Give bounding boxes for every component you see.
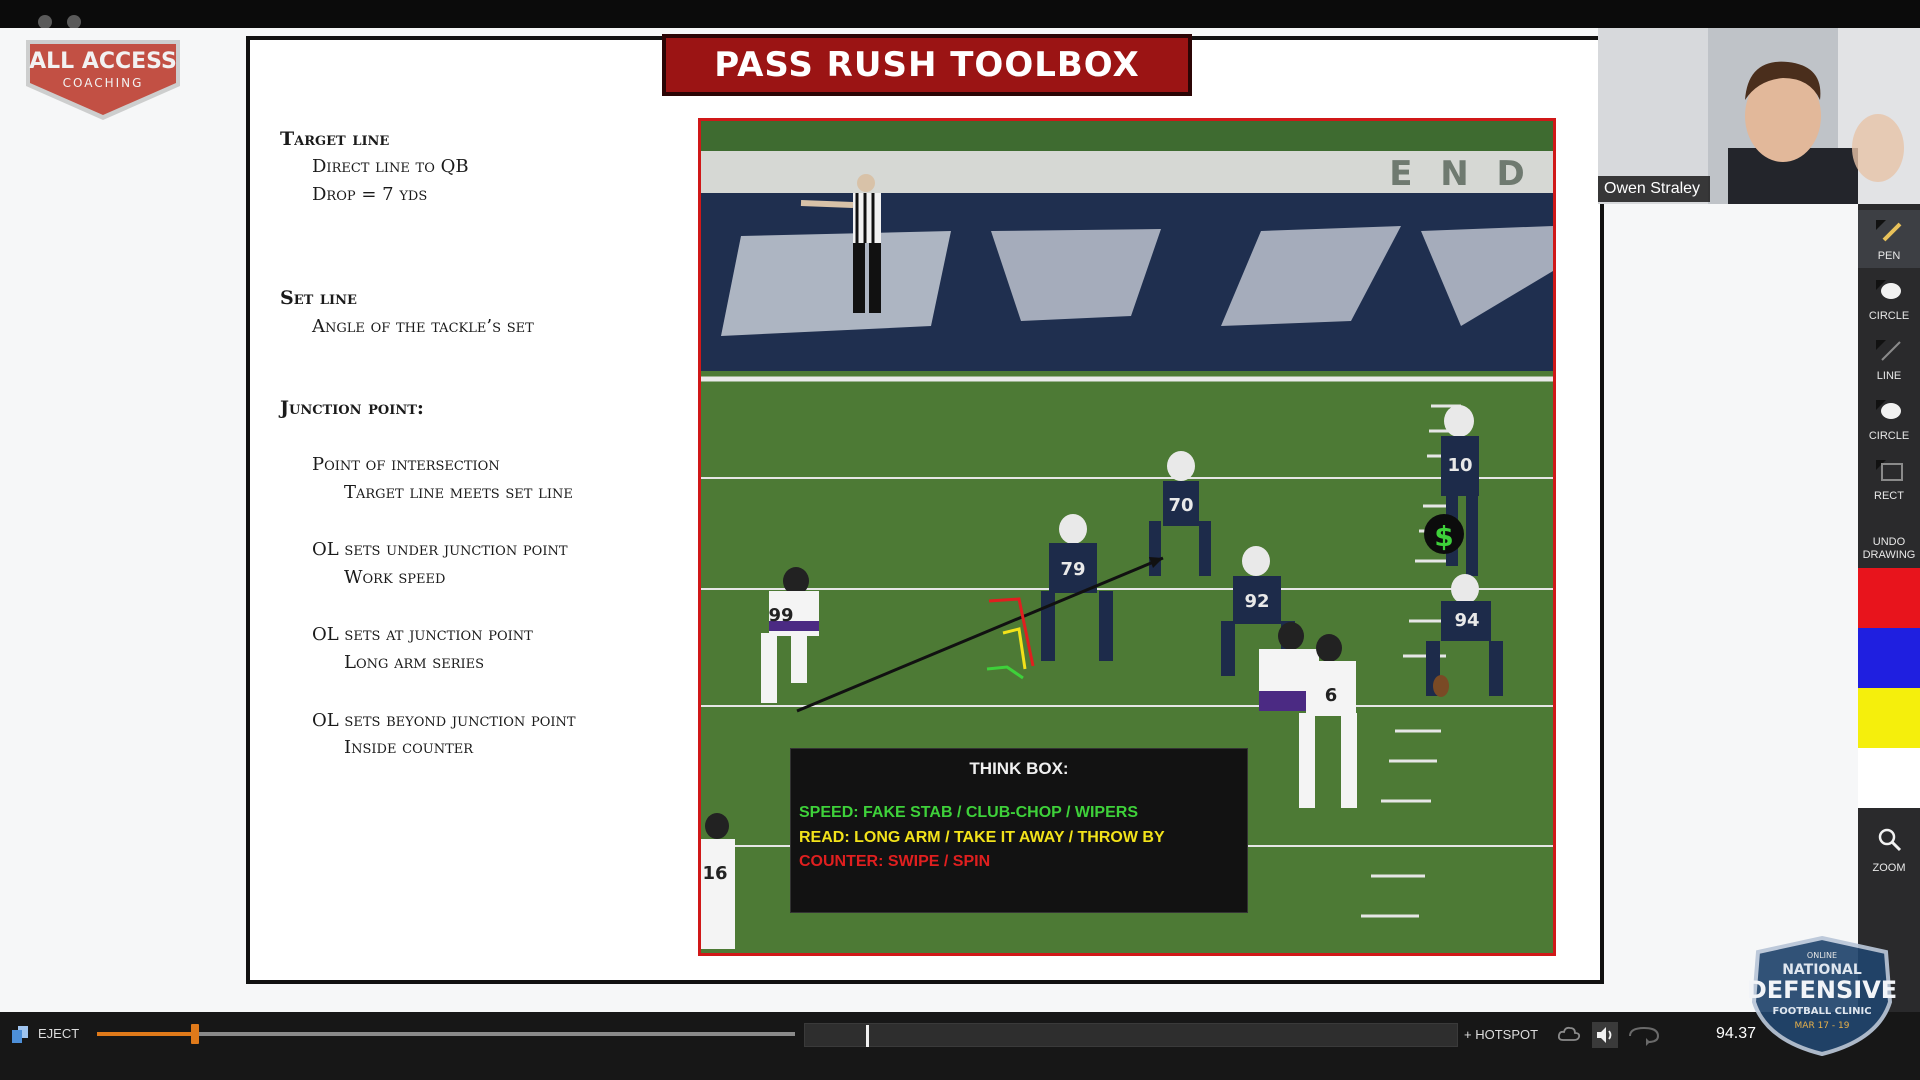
window-controls[interactable] xyxy=(38,15,81,29)
note-under: OL sets under junction point xyxy=(312,539,568,560)
tool-line-label: LINE xyxy=(1876,370,1902,382)
endzone-text: E N D xyxy=(1389,154,1533,194)
window-close-dot[interactable] xyxy=(38,15,52,29)
circle-icon xyxy=(1876,280,1901,299)
jersey-16: 16 xyxy=(702,863,727,884)
tool-rect[interactable]: RECT xyxy=(1858,450,1920,508)
all-access-logo: ALL ACCESS COACHING xyxy=(26,40,180,120)
progress-fill xyxy=(97,1032,195,1036)
note-target-sub1: Direct line to QB xyxy=(312,156,469,177)
tool-zoom[interactable]: ZOOM xyxy=(1858,818,1920,876)
tool-line[interactable]: LINE xyxy=(1858,330,1920,388)
color-swatch-yellow[interactable] xyxy=(1858,688,1920,748)
note-junction-sub1b: Target line meets set line xyxy=(344,482,573,503)
note-at-sub: Long arm series xyxy=(344,652,485,673)
note-junction: Junction point: xyxy=(280,397,424,419)
jersey-6: 6 xyxy=(1325,685,1338,706)
slide-title: PASS RUSH TOOLBOX xyxy=(714,45,1140,85)
note-set-line: Set line xyxy=(280,287,357,309)
jersey-70: 70 xyxy=(1168,495,1193,516)
webcam-name-label: Owen Straley xyxy=(1598,176,1711,202)
note-junction-sub1: Point of intersection xyxy=(312,454,500,475)
progress-track[interactable] xyxy=(97,1032,795,1036)
logo-line1: ALL ACCESS xyxy=(29,49,177,74)
tool-rect-label: RECT xyxy=(1874,490,1904,502)
eject-button[interactable]: EJECT xyxy=(38,1026,79,1041)
logo-line2: COACHING xyxy=(63,76,144,90)
rect-icon xyxy=(1876,460,1903,481)
color-swatch-red[interactable] xyxy=(1858,568,1920,628)
window-title-bar xyxy=(0,0,1920,29)
jersey-79: 79 xyxy=(1060,559,1085,580)
clinic-line2: DEFENSIVE xyxy=(1747,976,1897,1004)
jersey-10: 10 xyxy=(1447,455,1472,476)
clinic-top: ONLINE xyxy=(1807,951,1837,960)
jersey-92: 92 xyxy=(1244,591,1269,612)
scrub-track[interactable] xyxy=(804,1023,1458,1047)
clinic-line3: FOOTBALL CLINIC xyxy=(1772,1006,1871,1017)
tool-circle-2[interactable]: CIRCLE xyxy=(1858,390,1920,448)
eject-icon[interactable] xyxy=(10,1024,30,1044)
clinic-watermark-logo: ONLINE NATIONAL DEFENSIVE FOOTBALL CLINI… xyxy=(1747,935,1897,1057)
tool-circle[interactable]: CIRCLE xyxy=(1858,270,1920,328)
clinic-dates: MAR 17 - 19 xyxy=(1795,1021,1850,1031)
tool-pen-label: PEN xyxy=(1877,250,1901,262)
think-box-title: THINK BOX: xyxy=(969,759,1069,778)
line-icon xyxy=(1876,340,1901,361)
color-swatch-white[interactable] xyxy=(1858,748,1920,808)
note-target-line: Target line xyxy=(280,128,390,150)
window-minimize-dot[interactable] xyxy=(67,15,81,29)
tool-circle-2-label: CIRCLE xyxy=(1868,430,1910,442)
cloud-icon[interactable] xyxy=(1556,1022,1582,1048)
tool-zoom-label: ZOOM xyxy=(1872,862,1906,874)
note-set-sub1: Angle of the tackle’s set xyxy=(312,316,534,337)
hotspot-button[interactable]: + HOTSPOT xyxy=(1464,1027,1538,1042)
note-target-sub2: Drop = 7 yds xyxy=(312,184,428,205)
note-at: OL sets at junction point xyxy=(312,624,533,645)
think-box: THINK BOX: SPEED: FAKE STAB / CLUB-CHOP … xyxy=(790,748,1248,913)
jersey-99: 99 xyxy=(768,605,793,626)
drawing-tools-panel: PEN CIRCLE LINE CIRCLE RECT UNDO DRAWING… xyxy=(1858,204,1920,1012)
note-beyond: OL sets beyond junction point xyxy=(312,710,576,731)
circle-icon xyxy=(1876,400,1901,419)
think-box-counter: COUNTER: SWIPE / SPIN xyxy=(799,853,991,870)
money-icon-symbol: $ xyxy=(1434,520,1453,553)
note-beyond-sub: Inside counter xyxy=(344,737,474,758)
think-box-read: READ: LONG ARM / TAKE IT AWAY / THROW BY xyxy=(799,829,1165,846)
slide-title-box: PASS RUSH TOOLBOX xyxy=(662,34,1192,96)
loop-icon[interactable] xyxy=(1624,1022,1664,1048)
think-box-speed: SPEED: FAKE STAB / CLUB-CHOP / WIPERS xyxy=(799,804,1138,821)
jersey-94: 94 xyxy=(1454,610,1479,631)
progress-thumb[interactable] xyxy=(191,1024,199,1044)
pen-icon xyxy=(1876,220,1902,242)
note-under-sub: Work speed xyxy=(344,567,446,588)
tool-pen[interactable]: PEN xyxy=(1858,210,1920,268)
undo-drawing-button[interactable]: UNDO DRAWING xyxy=(1858,536,1920,562)
color-swatch-blue[interactable] xyxy=(1858,628,1920,688)
scrub-marker[interactable] xyxy=(866,1025,869,1047)
volume-icon[interactable] xyxy=(1592,1022,1618,1048)
magnifier-icon xyxy=(1878,828,1902,852)
tool-circle-label: CIRCLE xyxy=(1868,310,1910,322)
